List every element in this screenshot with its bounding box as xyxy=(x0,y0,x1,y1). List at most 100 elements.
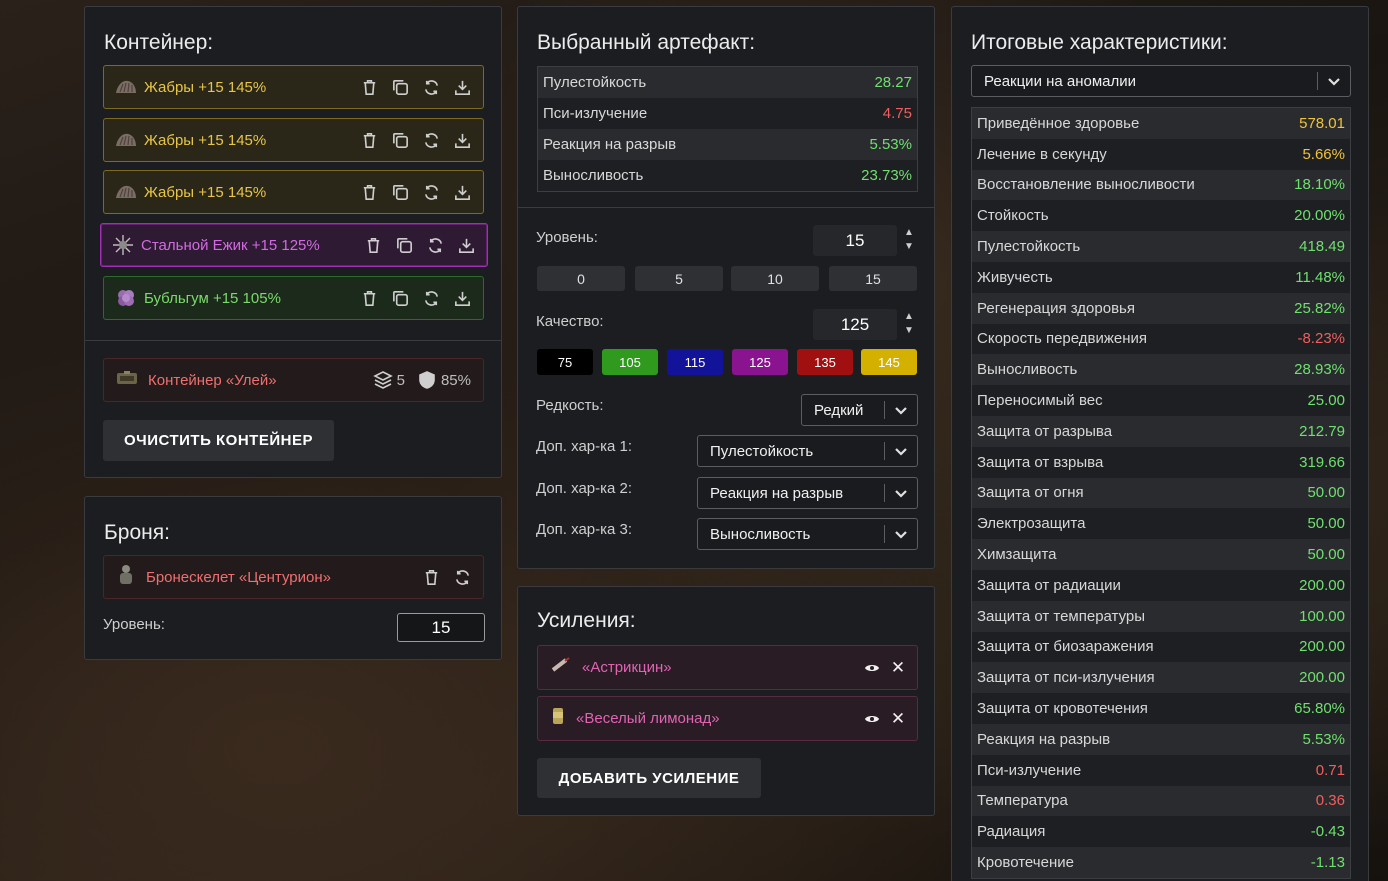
clear-container-button[interactable]: ОЧИСТИТЬ КОНТЕЙНЕР xyxy=(103,420,334,461)
copy-icon[interactable] xyxy=(390,77,411,98)
artifact-level-input[interactable]: 15 xyxy=(813,225,897,256)
level-preset-button[interactable]: 0 xyxy=(537,266,625,291)
summary-stat-value: 578.01 xyxy=(1299,114,1345,132)
rarity-select[interactable]: Редкий xyxy=(801,394,918,426)
extra-stat-2-value: Реакция на разрыв xyxy=(710,484,844,502)
swap-icon[interactable] xyxy=(421,182,442,203)
swap-icon[interactable] xyxy=(452,567,473,588)
armor-item-row[interactable]: Бронескелет «Центурион» xyxy=(103,555,484,599)
boost-item[interactable]: «Веселый лимонад» ✕ xyxy=(537,696,918,741)
summary-stat-row: Лечение в секунду 5.66% xyxy=(972,138,1350,170)
summary-filter-select[interactable]: Реакции на аномалии xyxy=(971,65,1351,97)
summary-stat-row: Регенерация здоровья 25.82% xyxy=(972,292,1350,324)
quality-input[interactable]: 125 xyxy=(813,309,897,340)
copy-icon[interactable] xyxy=(390,182,411,203)
copy-icon[interactable] xyxy=(390,130,411,151)
summary-panel: Итоговые характеристики: Реакции на аном… xyxy=(951,6,1369,881)
delete-icon[interactable] xyxy=(359,288,380,309)
summary-stat-row: Защита от взрыва 319.66 xyxy=(972,446,1350,478)
artifact-slot-label: Стальной Ежик +15 125% xyxy=(141,236,320,254)
delete-icon[interactable] xyxy=(359,77,380,98)
chevron-up-icon[interactable]: ▲ xyxy=(904,227,914,239)
eye-icon[interactable] xyxy=(861,662,883,674)
swap-icon[interactable] xyxy=(421,77,442,98)
download-icon[interactable] xyxy=(452,77,473,98)
artifact-slot-1[interactable]: Жабры +15 145% xyxy=(103,65,484,109)
chevron-down-icon[interactable]: ▼ xyxy=(904,241,914,253)
armor-level-input[interactable]: 15 xyxy=(397,613,485,642)
boost-name: «Веселый лимонад» xyxy=(576,710,720,727)
chevron-up-icon[interactable]: ▲ xyxy=(904,311,914,323)
extra-stat-1-label: Доп. хар-ка 1: xyxy=(536,438,633,455)
summary-stat-value: 50.00 xyxy=(1307,515,1345,533)
add-boost-button[interactable]: ДОБАВИТЬ УСИЛЕНИЕ xyxy=(537,758,761,798)
chevron-down-icon xyxy=(1318,74,1350,88)
quality-preset-button[interactable]: 115 xyxy=(667,349,723,375)
copy-icon[interactable] xyxy=(390,288,411,309)
armor-title: Броня: xyxy=(104,521,170,544)
container-protection-stat: 85% xyxy=(417,370,471,390)
level-stepper[interactable]: ▲ ▼ xyxy=(904,227,914,253)
boost-item[interactable]: «Астрикцин» ✕ xyxy=(537,645,918,690)
boosts-panel: Усиления: «Астрикцин» ✕ «Веселый лимонад… xyxy=(517,586,935,816)
artifact-slot-5[interactable]: Бубльгум +15 105% xyxy=(103,276,484,320)
summary-stat-value: 319.66 xyxy=(1299,453,1345,471)
download-icon[interactable] xyxy=(452,182,473,203)
quality-preset-button[interactable]: 145 xyxy=(861,349,917,375)
artifact-level-label: Уровень: xyxy=(536,229,598,246)
download-icon[interactable] xyxy=(452,288,473,309)
artifact-slot-2[interactable]: Жабры +15 145% xyxy=(103,118,484,162)
quality-stepper[interactable]: ▲ ▼ xyxy=(904,311,914,337)
summary-stat-value: 200.00 xyxy=(1299,576,1345,594)
extra-stat-1-select[interactable]: Пулестойкость xyxy=(697,435,918,467)
artifact-slot-4[interactable]: Стальной Ежик +15 125% xyxy=(100,223,488,267)
summary-stat-value: 18.10% xyxy=(1294,176,1345,194)
level-preset-button[interactable]: 5 xyxy=(635,266,723,291)
summary-stat-row: Кровотечение -1.13 xyxy=(972,847,1350,878)
close-icon[interactable]: ✕ xyxy=(887,658,909,678)
level-preset-button[interactable]: 10 xyxy=(731,266,819,291)
summary-stat-value: 28.93% xyxy=(1294,361,1345,379)
copy-icon[interactable] xyxy=(394,235,415,256)
swap-icon[interactable] xyxy=(425,235,446,256)
quality-preset-button[interactable]: 105 xyxy=(602,349,658,375)
delete-icon[interactable] xyxy=(363,235,384,256)
chevron-down-icon xyxy=(885,486,917,500)
level-preset-button[interactable]: 15 xyxy=(829,266,917,291)
summary-stat-value: 100.00 xyxy=(1299,607,1345,625)
quality-preset-button[interactable]: 75 xyxy=(537,349,593,375)
download-icon[interactable] xyxy=(456,235,477,256)
summary-stat-name: Защита от радиации xyxy=(977,576,1121,594)
rarity-select-value: Редкий xyxy=(814,401,864,419)
container-item-row[interactable]: Контейнер «Улей» 5 85% xyxy=(103,358,484,402)
summary-stat-name: Защита от разрыва xyxy=(977,422,1113,440)
chevron-down-icon xyxy=(885,403,917,417)
chevron-down-icon xyxy=(885,444,917,458)
summary-stat-row: Защита от пси-излучения 200.00 xyxy=(972,662,1350,694)
quality-preset-button[interactable]: 135 xyxy=(797,349,853,375)
chevron-down-icon[interactable]: ▼ xyxy=(904,325,914,337)
swap-icon[interactable] xyxy=(421,288,442,309)
summary-stat-name: Защита от кровотечения xyxy=(977,700,1148,718)
summary-stat-name: Защита от взрыва xyxy=(977,453,1104,471)
boosts-title: Усиления: xyxy=(537,609,636,632)
quality-preset-button[interactable]: 125 xyxy=(732,349,788,375)
extra-stat-3-select[interactable]: Выносливость xyxy=(697,518,918,550)
armor-name: Бронескелет «Центурион» xyxy=(146,568,331,586)
steel-hedgehog-artifact-icon xyxy=(111,234,135,256)
summary-stat-name: Кровотечение xyxy=(977,854,1074,872)
swap-icon[interactable] xyxy=(421,130,442,151)
delete-icon[interactable] xyxy=(359,182,380,203)
delete-icon[interactable] xyxy=(359,130,380,151)
artifact-slot-3[interactable]: Жабры +15 145% xyxy=(103,170,484,214)
summary-stat-name: Защита от огня xyxy=(977,484,1084,502)
summary-stat-value: 50.00 xyxy=(1307,546,1345,564)
close-icon[interactable]: ✕ xyxy=(887,709,909,729)
download-icon[interactable] xyxy=(452,130,473,151)
eye-icon[interactable] xyxy=(861,713,883,725)
delete-icon[interactable] xyxy=(421,567,442,588)
stat-value: 5.53% xyxy=(869,136,912,153)
extra-stat-2-select[interactable]: Реакция на разрыв xyxy=(697,477,918,509)
summary-stat-value: 25.00 xyxy=(1307,392,1345,410)
summary-stat-row: Пулестойкость 418.49 xyxy=(972,231,1350,262)
